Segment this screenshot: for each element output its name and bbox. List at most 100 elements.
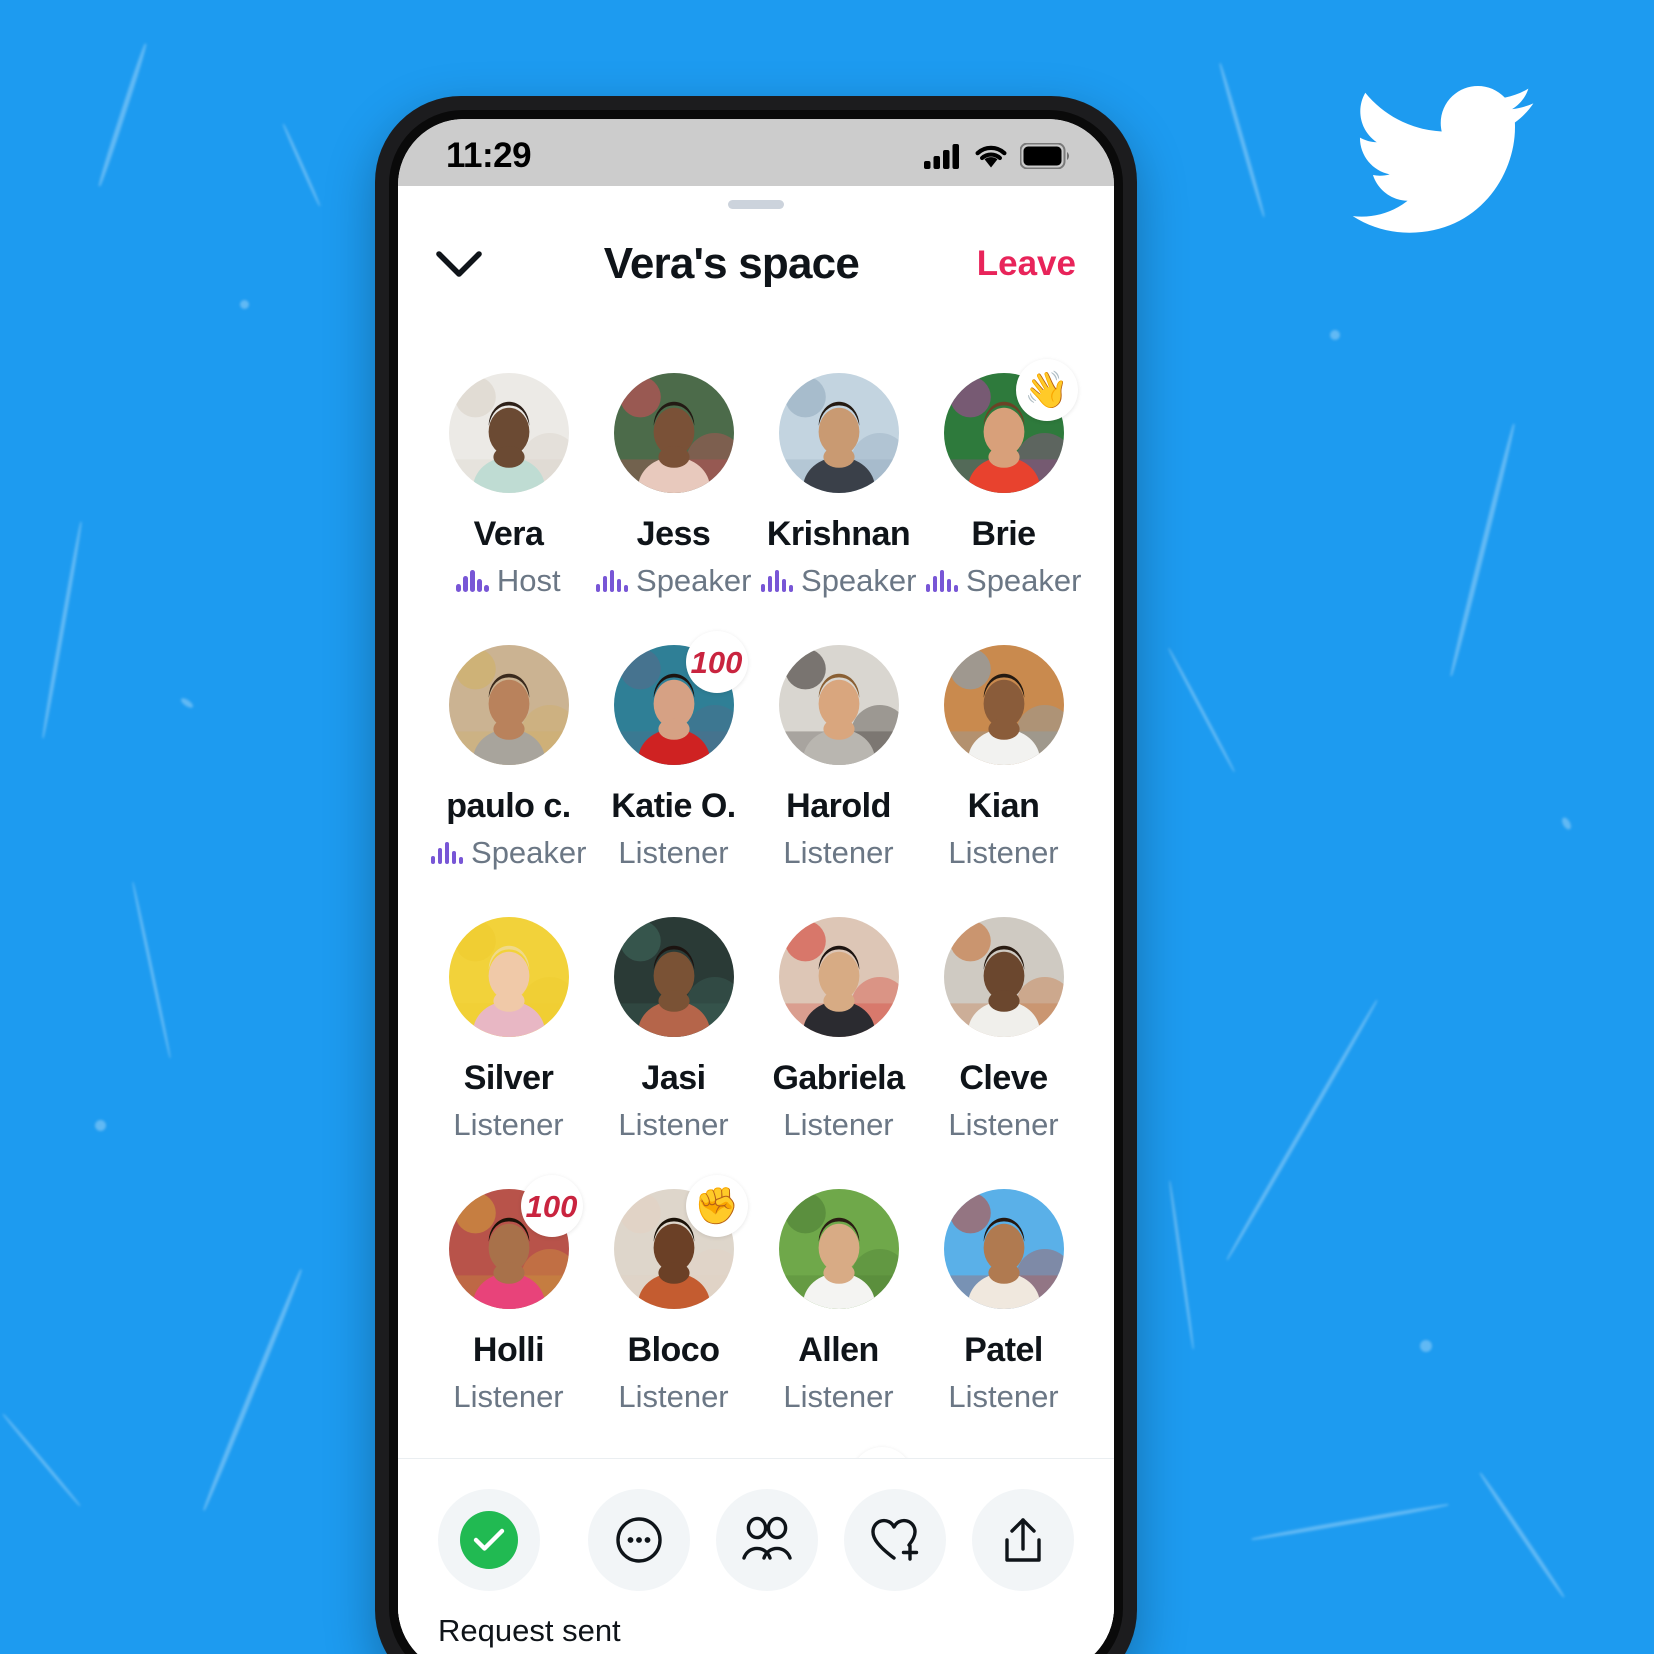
texture-scuff bbox=[1218, 62, 1266, 218]
participant-role: Listener bbox=[618, 835, 728, 871]
battery-icon bbox=[1020, 142, 1069, 169]
participant-name: Gabriela bbox=[772, 1059, 905, 1097]
texture-scuff bbox=[1448, 423, 1517, 677]
texture-scuff bbox=[1420, 1340, 1432, 1352]
participant-name: Cleve bbox=[959, 1059, 1048, 1097]
collapse-button[interactable] bbox=[432, 237, 486, 291]
participant-card[interactable]: Jess Speaker bbox=[591, 373, 756, 599]
space-header: Vera's space Leave bbox=[398, 209, 1114, 301]
participant-card[interactable]: Cleve Listener bbox=[921, 917, 1086, 1143]
avatar bbox=[778, 645, 899, 765]
participant-role-label: Listener bbox=[783, 835, 894, 870]
status-bar-icons bbox=[924, 142, 1070, 169]
participant-card[interactable]: Jasi Listener bbox=[591, 917, 756, 1143]
check-mark-icon bbox=[473, 1528, 505, 1551]
share-icon bbox=[1005, 1518, 1041, 1562]
participant-name: Bloco bbox=[627, 1331, 720, 1369]
avatar-wrapper bbox=[613, 917, 734, 1037]
avatar bbox=[778, 917, 899, 1037]
participant-card[interactable]: Harold Listener bbox=[756, 645, 921, 871]
participant-role-label: Listener bbox=[948, 1379, 1059, 1414]
more-options-button[interactable] bbox=[588, 1489, 690, 1591]
secondary-actions bbox=[588, 1489, 1074, 1591]
texture-scuff bbox=[1478, 1471, 1566, 1599]
avatar bbox=[613, 917, 734, 1037]
phone-bezel: 11:29 Vera's space Leave Vera Host Jess … bbox=[389, 110, 1123, 1654]
participant-role: Listener bbox=[783, 835, 893, 871]
participant-role: Speaker bbox=[925, 563, 1081, 599]
avatar-wrapper bbox=[778, 917, 899, 1037]
participant-card[interactable]: Kian Listener bbox=[921, 645, 1086, 871]
texture-scuff bbox=[1168, 1180, 1195, 1350]
avatar bbox=[778, 373, 899, 493]
avatar bbox=[778, 1189, 899, 1309]
speaking-waveform-icon bbox=[595, 570, 629, 592]
participant-name: Brie bbox=[971, 515, 1036, 553]
participant-name: Harold bbox=[786, 787, 891, 825]
avatar-wrapper bbox=[943, 917, 1064, 1037]
participant-card[interactable]: Allen Listener bbox=[756, 1189, 921, 1415]
page-title: Vera's space bbox=[603, 239, 860, 288]
texture-scuff bbox=[131, 881, 172, 1059]
participant-name: Jess bbox=[636, 515, 711, 553]
texture-scuff bbox=[179, 696, 195, 710]
space-sheet: Vera's space Leave Vera Host Jess Speaker bbox=[398, 186, 1114, 1654]
avatar bbox=[448, 373, 569, 493]
avatar-wrapper bbox=[778, 1189, 899, 1309]
participant-card[interactable]: Gabriela Listener bbox=[756, 917, 921, 1143]
mic-request-button[interactable] bbox=[438, 1489, 540, 1591]
sheet-grabber[interactable] bbox=[728, 200, 784, 209]
texture-scuff bbox=[1560, 816, 1573, 831]
space-bottom-bar: Request sent bbox=[398, 1458, 1114, 1654]
avatar-wrapper bbox=[448, 645, 569, 765]
hundred-points-emoji: 100 bbox=[685, 631, 748, 693]
speaking-waveform-icon bbox=[925, 570, 959, 592]
participant-card[interactable]: 100 Holli Listener bbox=[426, 1175, 591, 1415]
avatar bbox=[943, 1189, 1064, 1309]
participant-card[interactable]: Vera Host bbox=[426, 373, 591, 599]
raised-fist-emoji: ✊ bbox=[685, 1175, 748, 1237]
avatar-wrapper: ✊ bbox=[613, 1175, 748, 1309]
participant-role-label: Speaker bbox=[471, 835, 587, 870]
texture-scuff bbox=[1225, 999, 1379, 1261]
add-reaction-button[interactable] bbox=[844, 1489, 946, 1591]
avatar-wrapper: 👋 bbox=[943, 359, 1078, 493]
chevron-down-icon bbox=[436, 251, 482, 277]
participant-role-label: Listener bbox=[618, 835, 729, 870]
participant-card[interactable]: Patel Listener bbox=[921, 1189, 1086, 1415]
status-bar-clock: 11:29 bbox=[446, 135, 532, 175]
leave-button[interactable]: Leave bbox=[977, 244, 1080, 284]
participant-role-label: Listener bbox=[618, 1107, 729, 1142]
texture-scuff bbox=[1251, 1502, 1449, 1542]
participant-role-label: Listener bbox=[783, 1379, 894, 1414]
participant-card[interactable]: ✊ Bloco Listener bbox=[591, 1175, 756, 1415]
speaking-waveform-icon bbox=[760, 570, 794, 592]
participant-role: Listener bbox=[453, 1107, 563, 1143]
participants-grid: Vera Host Jess Speaker Krishnan Speaker 👋 Br… bbox=[398, 301, 1114, 1458]
wifi-icon bbox=[975, 145, 1007, 167]
participant-card[interactable]: paulo c. Speaker bbox=[426, 645, 591, 871]
speaking-waveform-icon bbox=[430, 842, 464, 864]
people-icon bbox=[742, 1516, 792, 1560]
texture-scuff bbox=[40, 521, 84, 739]
avatar bbox=[448, 917, 569, 1037]
participant-name: paulo c. bbox=[446, 787, 571, 825]
twitter-bird-icon bbox=[1352, 85, 1534, 233]
participant-name: Krishnan bbox=[766, 515, 911, 553]
participant-role-label: Listener bbox=[618, 1379, 729, 1414]
poster-background: 11:29 Vera's space Leave Vera Host Jess … bbox=[0, 0, 1654, 1654]
share-button[interactable] bbox=[972, 1489, 1074, 1591]
texture-scuff bbox=[1, 1413, 82, 1507]
participant-card[interactable]: 100 Katie O. Listener bbox=[591, 631, 756, 871]
participant-card[interactable]: Silver Listener bbox=[426, 917, 591, 1143]
participant-card[interactable]: 👋 Brie Speaker bbox=[921, 359, 1086, 599]
avatar bbox=[943, 645, 1064, 765]
participant-name: Jasi bbox=[641, 1059, 706, 1097]
participant-role: Listener bbox=[948, 1107, 1058, 1143]
participant-card[interactable]: Krishnan Speaker bbox=[756, 373, 921, 599]
participants-scroll-area[interactable]: Vera Host Jess Speaker Krishnan Speaker 👋 Br… bbox=[398, 301, 1114, 1458]
participant-name: Holli bbox=[472, 1331, 545, 1369]
cellular-signal-icon bbox=[924, 143, 959, 169]
people-button[interactable] bbox=[716, 1489, 818, 1591]
status-bar: 11:29 bbox=[398, 119, 1114, 186]
